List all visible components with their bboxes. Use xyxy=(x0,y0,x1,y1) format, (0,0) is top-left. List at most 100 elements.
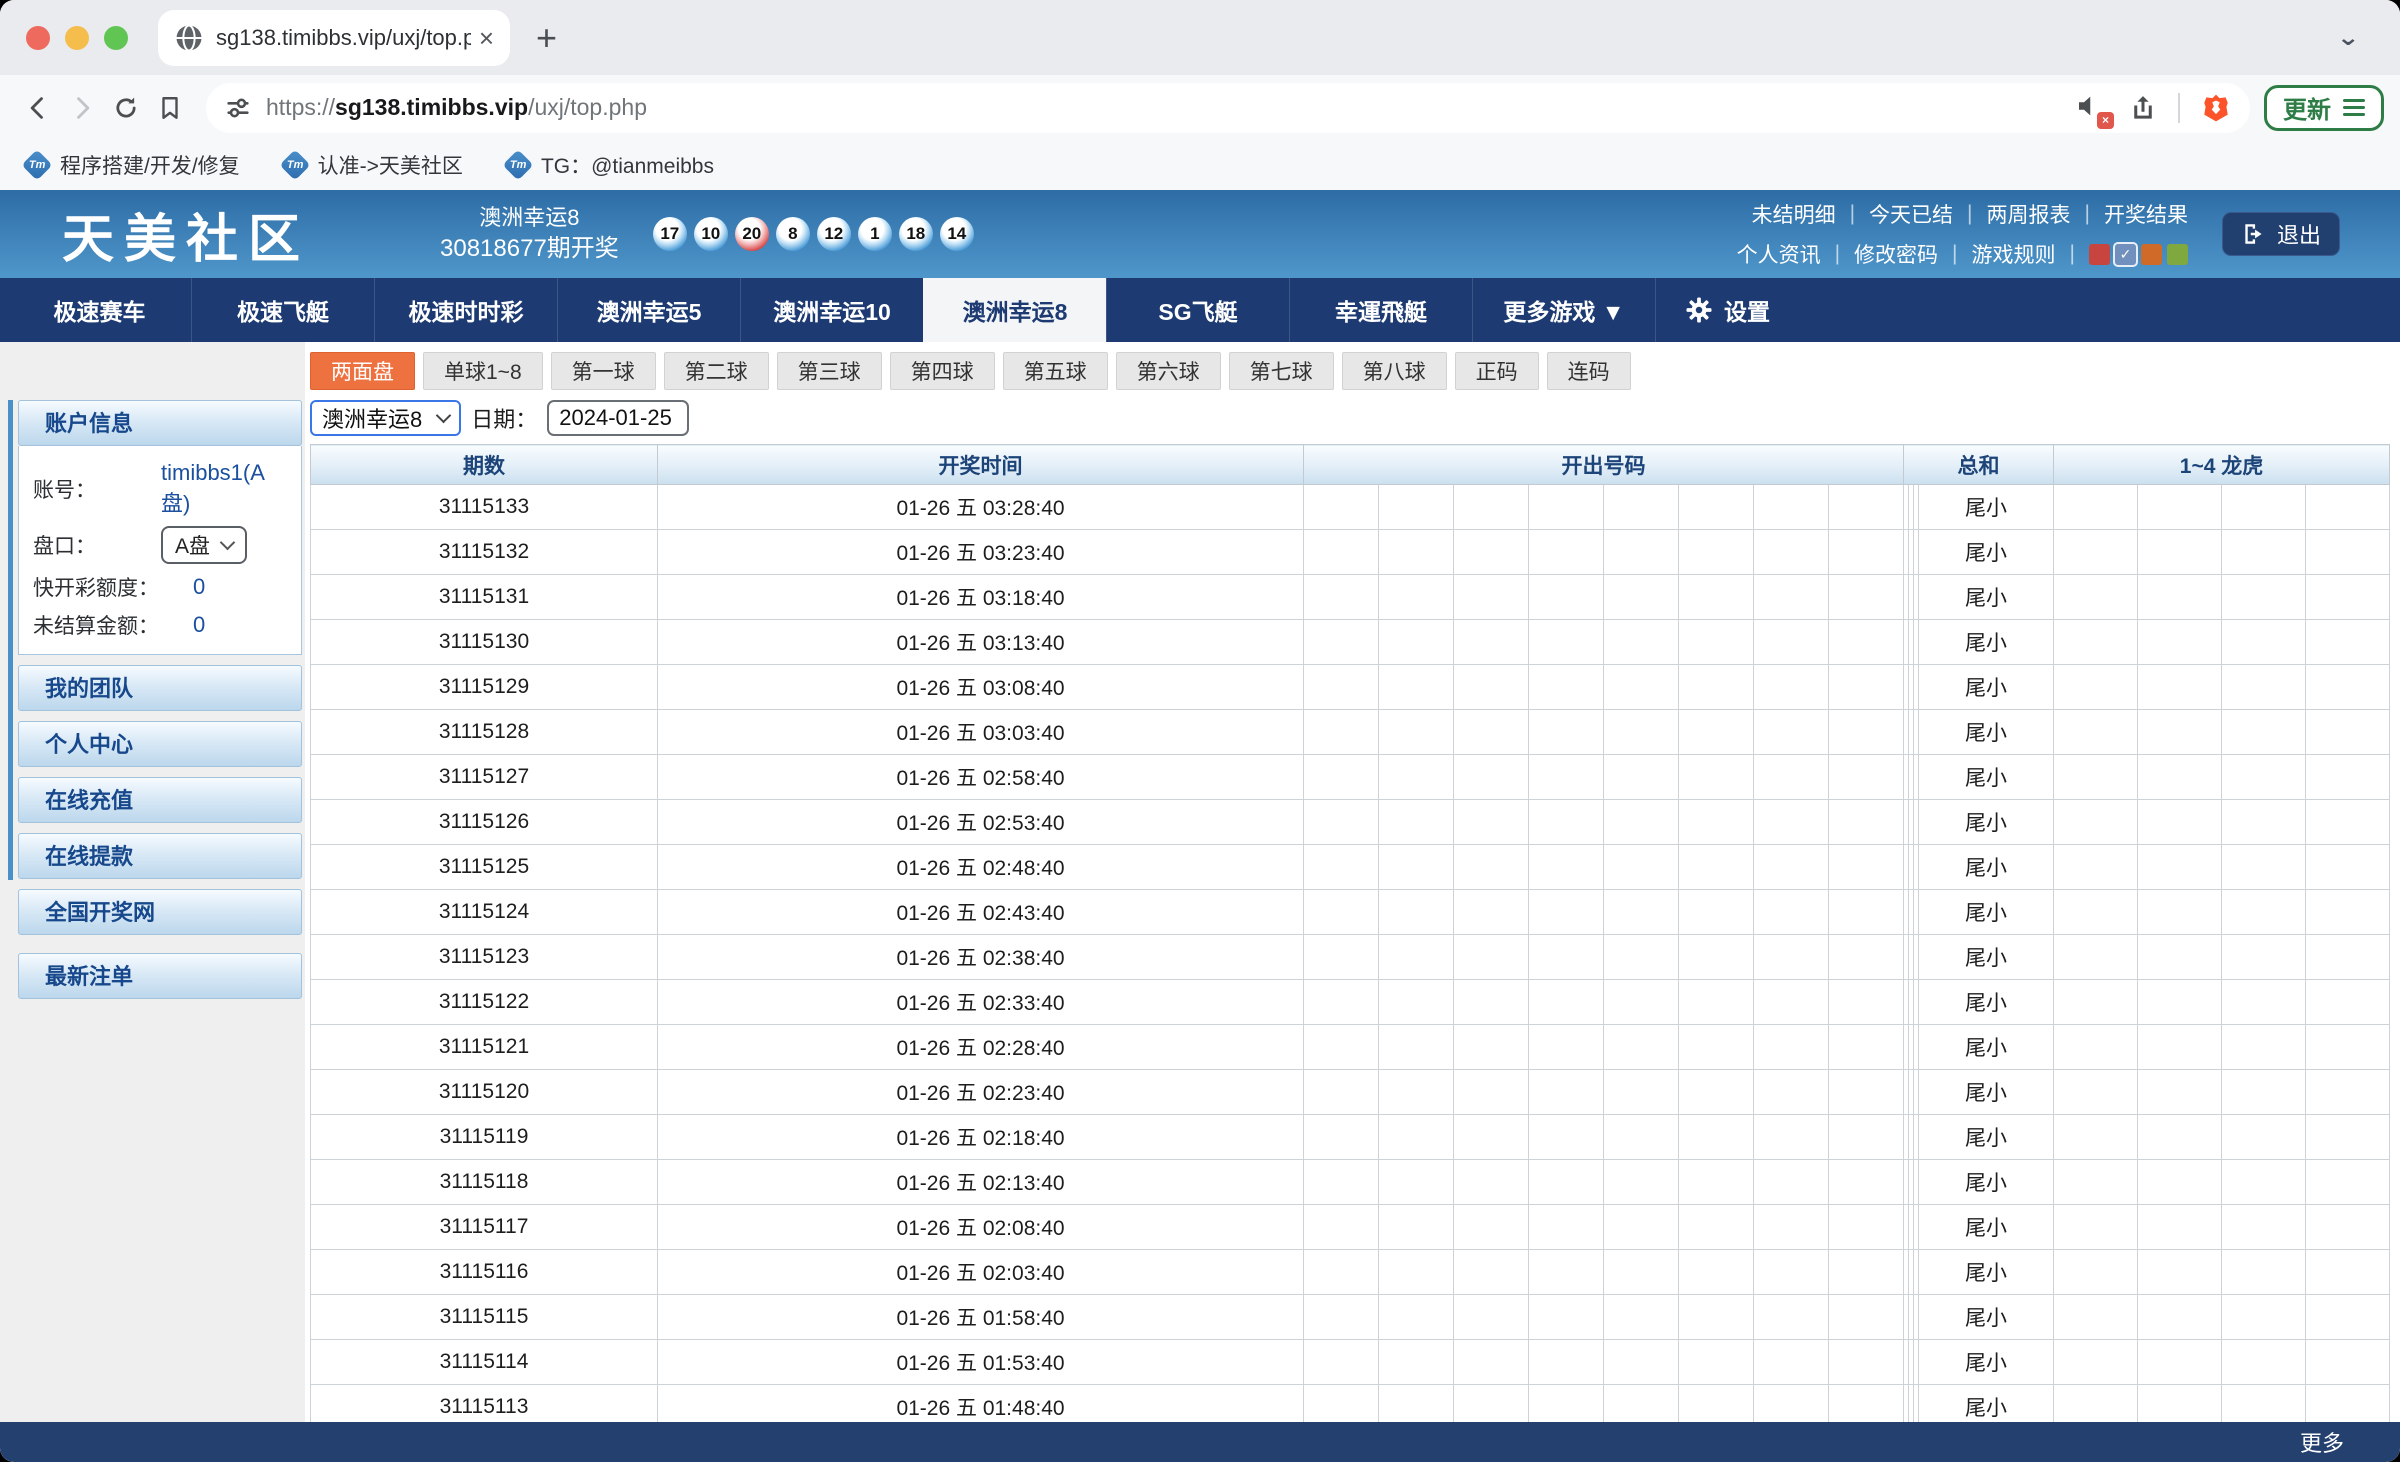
sidebar-item[interactable]: 在线提款 xyxy=(18,833,302,879)
bookmark-favicon-icon: Tm xyxy=(279,149,310,180)
quick-link[interactable]: 两周报表 xyxy=(1987,199,2071,229)
nav-item[interactable]: 极速时时彩 xyxy=(374,278,557,342)
nav-item[interactable]: 更多游戏 ▼ xyxy=(1472,278,1655,342)
dragon-cell xyxy=(2222,1340,2306,1385)
number-cell xyxy=(1679,980,1754,1025)
number-cell xyxy=(1754,485,1829,530)
draw-time-cell: 01-26 五 02:58:40 xyxy=(658,755,1304,800)
nav-item[interactable]: 极速赛车 xyxy=(8,278,191,342)
number-cell xyxy=(1454,575,1529,620)
number-cell xyxy=(1529,1115,1604,1160)
tab-muted-button[interactable]: × xyxy=(2074,91,2108,125)
date-input[interactable] xyxy=(547,400,689,436)
site-settings-icon[interactable] xyxy=(224,94,252,122)
close-window-button[interactable] xyxy=(26,26,50,50)
sidebar-item[interactable]: 全国开奖网 xyxy=(18,889,302,935)
theme-swatch[interactable] xyxy=(2089,244,2110,265)
dragon-cell xyxy=(2138,1025,2222,1070)
date-label: 日期： xyxy=(471,402,537,434)
reload-button[interactable] xyxy=(104,86,148,130)
number-cell xyxy=(1829,755,1904,800)
bet-type-tab[interactable]: 第四球 xyxy=(890,352,995,390)
plate-select[interactable]: A盘 xyxy=(161,526,247,564)
nav-item[interactable]: SG飞艇 xyxy=(1106,278,1289,342)
nav-item[interactable]: 澳洲幸运10 xyxy=(740,278,923,342)
url-bar[interactable]: https://sg138.timibbs.vip/uxj/top.php × xyxy=(206,83,2250,133)
nav-item[interactable]: 极速飞艇 xyxy=(191,278,374,342)
site-page: 天美社区 澳洲幸运8 30818677期开奖 17102081211814 未结… xyxy=(0,190,2400,1462)
game-select[interactable]: 澳洲幸运8 xyxy=(310,400,461,436)
nav-item[interactable]: 幸運飛艇 xyxy=(1289,278,1472,342)
bet-type-tab[interactable]: 正码 xyxy=(1455,352,1539,390)
browser-tab[interactable]: sg138.timibbs.vip/uxj/top.php × xyxy=(158,10,510,66)
nav-item[interactable]: 澳洲幸运5 xyxy=(557,278,740,342)
quick-link[interactable]: 开奖结果 xyxy=(2104,199,2188,229)
quick-link[interactable]: 个人资讯 xyxy=(1737,239,1821,269)
gear-icon xyxy=(1684,295,1714,325)
nav-settings-item[interactable]: 设置 xyxy=(1655,278,1798,342)
url-text[interactable]: https://sg138.timibbs.vip/uxj/top.php xyxy=(266,94,2074,121)
number-cell xyxy=(1304,1205,1379,1250)
number-cell xyxy=(1679,1250,1754,1295)
period-cell: 31115120 xyxy=(311,1070,658,1115)
bet-type-tab[interactable]: 单球1~8 xyxy=(423,352,543,390)
bookmark-item[interactable]: Tm 程序搭建/开发/修复 xyxy=(26,150,240,180)
number-cell xyxy=(1379,530,1454,575)
bookmark-this-page-button[interactable] xyxy=(148,86,192,130)
bet-type-tab[interactable]: 两面盘 xyxy=(310,352,415,390)
minimize-window-button[interactable] xyxy=(65,26,89,50)
dragon-cell xyxy=(2138,530,2222,575)
brave-shield-icon[interactable] xyxy=(2200,92,2232,124)
bet-type-tab[interactable]: 第三球 xyxy=(777,352,882,390)
bet-type-tab[interactable]: 第一球 xyxy=(551,352,656,390)
account-username: timibbs1(A盘) xyxy=(161,460,291,518)
sum-tail-cell: 尾小 xyxy=(1919,620,2054,665)
sidebar-item[interactable]: 我的团队 xyxy=(18,665,302,711)
quick-link[interactable]: 修改密码 xyxy=(1854,239,1938,269)
dragon-cell xyxy=(2138,935,2222,980)
bookmark-item[interactable]: Tm 认准->天美社区 xyxy=(284,150,463,180)
theme-swatch[interactable] xyxy=(2141,244,2162,265)
bet-type-tab[interactable]: 第八球 xyxy=(1342,352,1447,390)
zoom-window-button[interactable] xyxy=(104,26,128,50)
bookmark-item[interactable]: Tm TG：@tianmeibbs xyxy=(507,150,714,180)
quick-link[interactable]: 今天已结 xyxy=(1869,199,1953,229)
number-cell xyxy=(1604,1295,1679,1340)
period-cell: 31115132 xyxy=(311,530,658,575)
bet-type-tab[interactable]: 第二球 xyxy=(664,352,769,390)
number-cell xyxy=(1829,890,1904,935)
sidebar-item[interactable]: 最新注单 xyxy=(18,953,302,999)
share-icon[interactable] xyxy=(2128,93,2158,123)
bet-type-tab[interactable]: 第七球 xyxy=(1229,352,1334,390)
quick-link[interactable]: 未结明细 xyxy=(1752,199,1836,229)
number-cell xyxy=(1454,845,1529,890)
link-separator: | xyxy=(2070,242,2075,266)
theme-swatch[interactable] xyxy=(2167,244,2188,265)
forward-button[interactable] xyxy=(60,86,104,130)
number-cell xyxy=(1604,1340,1679,1385)
nav-item[interactable]: 澳洲幸运8 xyxy=(923,278,1106,342)
bet-type-tab[interactable]: 连码 xyxy=(1547,352,1631,390)
browser-update-menu-button[interactable]: 更新 xyxy=(2264,85,2384,131)
footer-more-link[interactable]: 更多 xyxy=(2300,1426,2344,1458)
back-button[interactable] xyxy=(16,86,60,130)
draw-time-cell: 01-26 五 02:28:40 xyxy=(658,1025,1304,1070)
number-cell xyxy=(1304,620,1379,665)
theme-swatch[interactable]: ✓ xyxy=(2115,244,2136,265)
period-cell: 31115118 xyxy=(311,1160,658,1205)
bet-type-tab[interactable]: 第六球 xyxy=(1116,352,1221,390)
tab-close-icon[interactable]: × xyxy=(479,25,494,51)
bet-type-tab[interactable]: 第五球 xyxy=(1003,352,1108,390)
sidebar-item[interactable]: 在线充值 xyxy=(18,777,302,823)
number-cell xyxy=(1454,620,1529,665)
draw-time-cell: 01-26 五 02:13:40 xyxy=(658,1160,1304,1205)
quick-link[interactable]: 游戏规则 xyxy=(1972,239,2056,269)
number-cell xyxy=(1754,1295,1829,1340)
number-cell xyxy=(1379,1250,1454,1295)
sidebar-item[interactable]: 个人中心 xyxy=(18,721,302,767)
tab-search-chevron-icon[interactable]: ⌄ xyxy=(2337,24,2360,50)
logout-button[interactable]: 退出 xyxy=(2222,212,2340,256)
number-cell xyxy=(1304,1160,1379,1205)
new-tab-button[interactable]: + xyxy=(536,20,557,56)
number-cell xyxy=(1604,530,1679,575)
